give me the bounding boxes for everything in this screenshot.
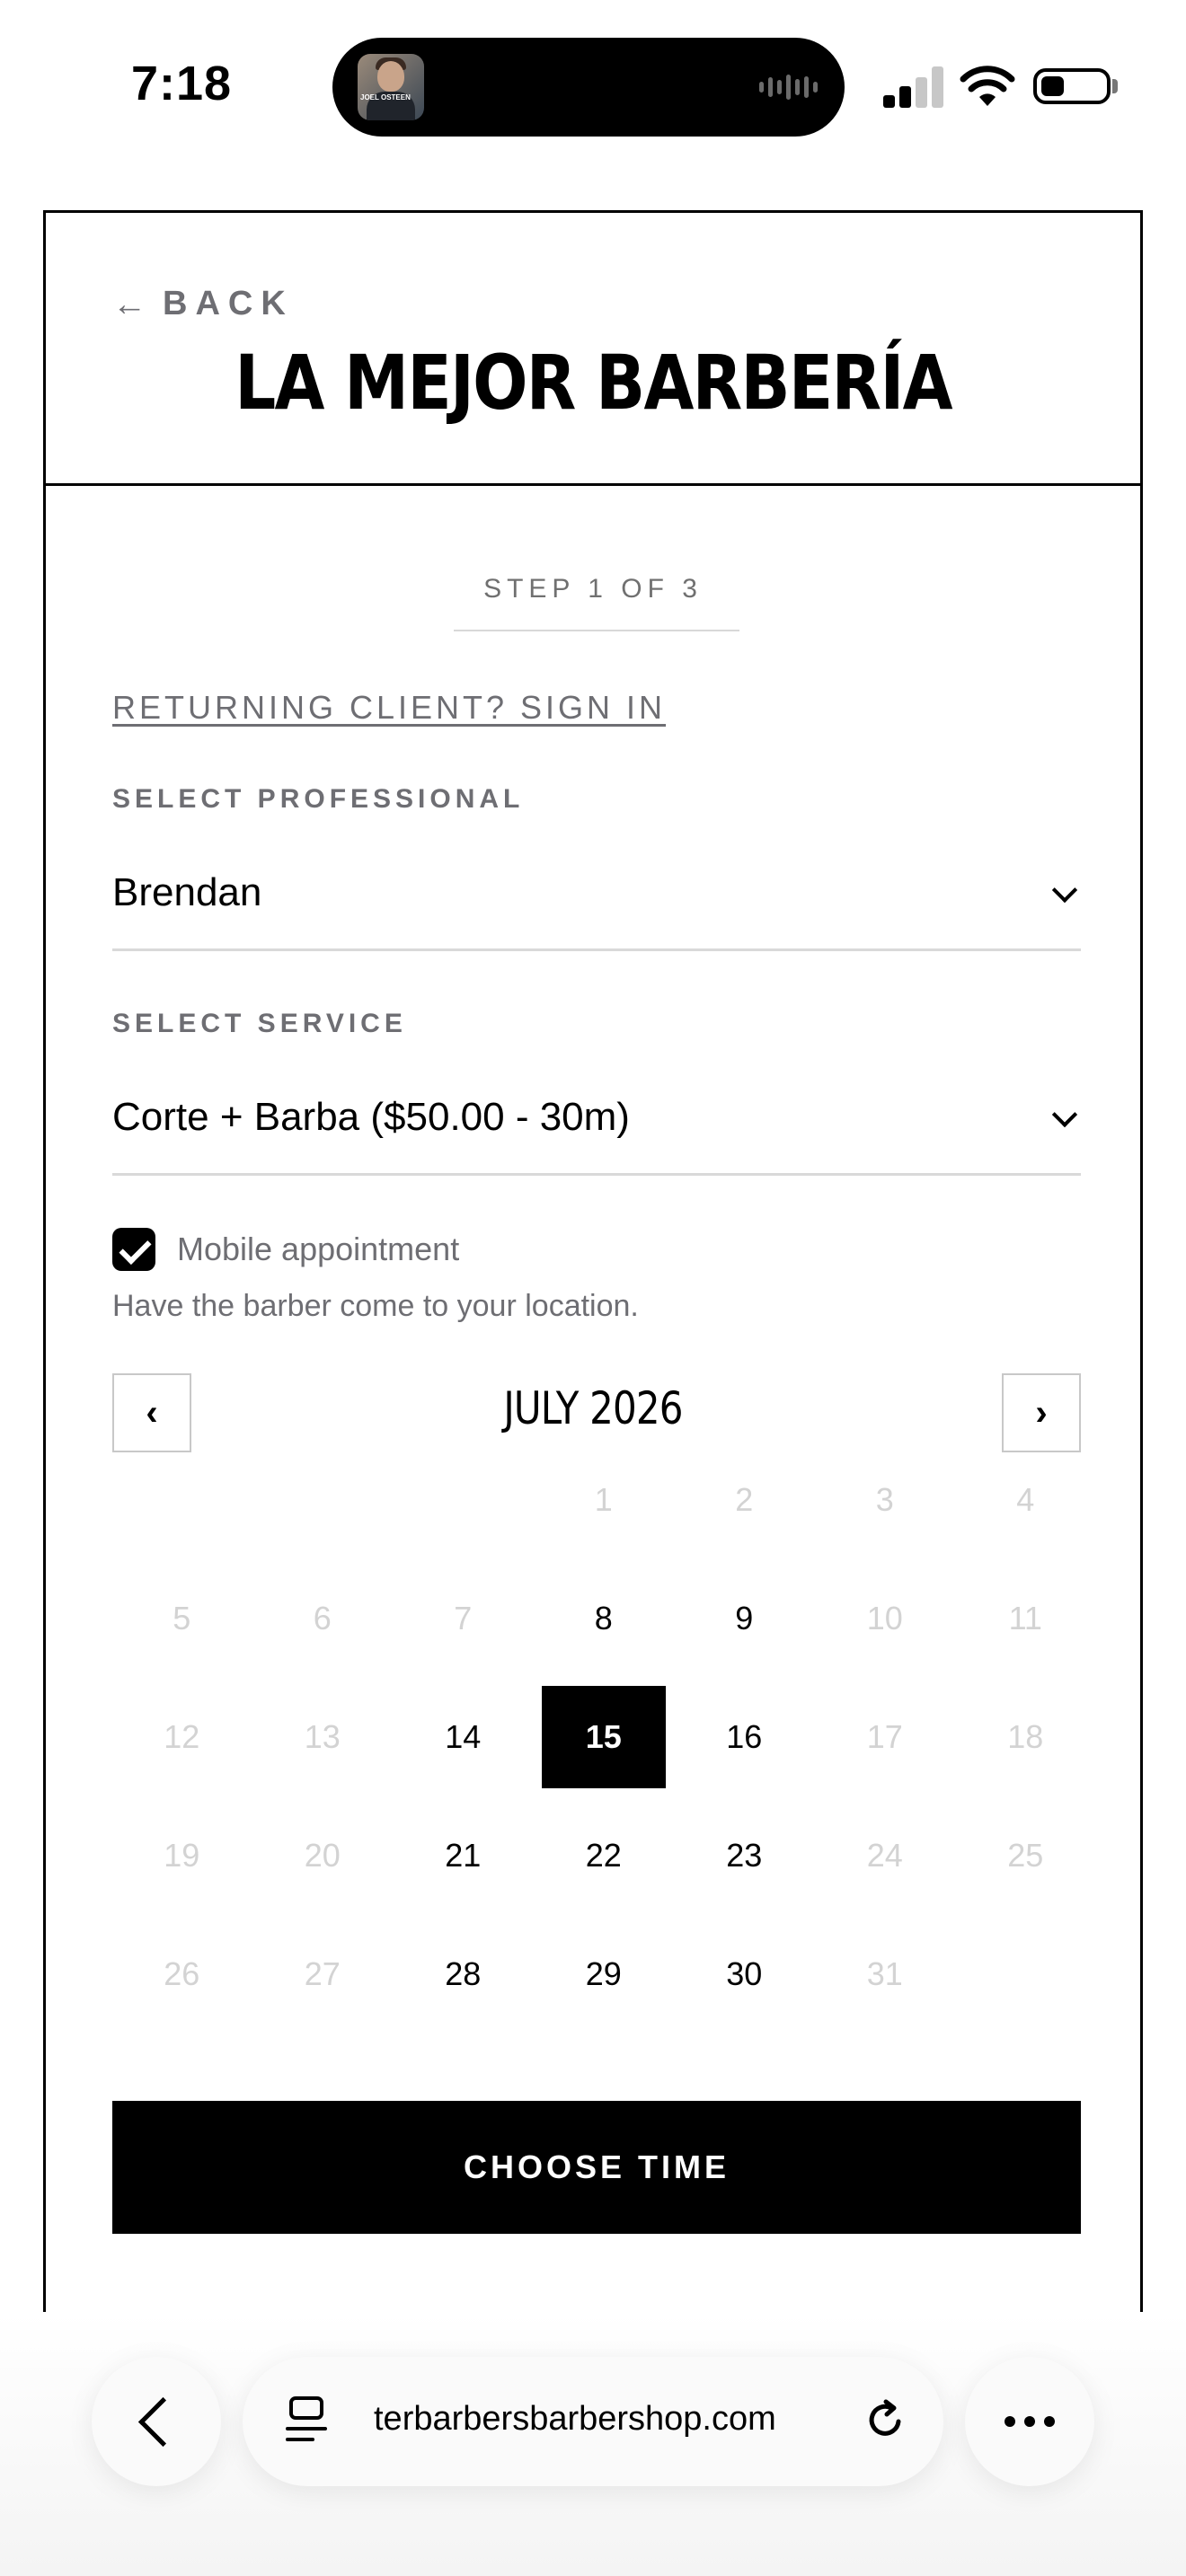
wifi-icon — [960, 66, 1015, 106]
returning-client-signin-link[interactable]: RETURNING CLIENT? SIGN IN — [112, 689, 666, 727]
calendar-day[interactable]: 23 — [682, 1804, 806, 1907]
calendar-day[interactable]: 29 — [542, 1923, 666, 2025]
page: 7:18 JOEL OSTEEN ← BACK LA MEJOR BARBERÍ… — [0, 0, 1186, 2576]
card-header: ← BACK LA MEJOR BARBERÍA — [46, 213, 1140, 486]
podcast-artwork-icon: JOEL OSTEEN — [358, 54, 424, 120]
professional-label: SELECT PROFESSIONAL — [112, 784, 525, 814]
chevron-down-icon — [1051, 1101, 1078, 1128]
calendar-day: 13 — [304, 1718, 341, 1755]
browser-back-button[interactable] — [92, 2357, 221, 2486]
calendar-day: 2 — [735, 1481, 754, 1518]
step-indicator: STEP 1 OF 3 — [483, 574, 703, 604]
dynamic-island[interactable]: JOEL OSTEEN — [332, 38, 845, 137]
checkmark-icon — [119, 1231, 152, 1266]
mobile-appointment-checkbox-row[interactable]: Mobile appointment — [112, 1228, 459, 1271]
calendar-day[interactable]: 30 — [682, 1923, 806, 2025]
booking-card: ← BACK LA MEJOR BARBERÍA STEP 1 OF 3 RET… — [43, 210, 1143, 2312]
calendar-day: 27 — [304, 1955, 341, 1992]
calendar-day: 17 — [866, 1718, 903, 1755]
calendar-day: 6 — [313, 1600, 332, 1636]
calendar-day: 24 — [866, 1837, 903, 1874]
step-underline — [454, 630, 739, 631]
address-bar[interactable]: terbarbersbarbershop.com — [243, 2357, 943, 2486]
calendar-day[interactable]: 16 — [682, 1686, 806, 1788]
calendar-day: 5 — [173, 1600, 191, 1636]
back-label: BACK — [163, 285, 294, 322]
service-select[interactable]: Corte + Barba ($50.00 - 30m) — [112, 1064, 1081, 1176]
calendar-day: 11 — [1008, 1600, 1042, 1636]
calendar-day: 4 — [1016, 1481, 1035, 1518]
calendar-day-selected[interactable]: 15 — [541, 1686, 666, 1788]
calendar-day[interactable]: 14 — [401, 1686, 525, 1788]
calendar-day: 10 — [866, 1600, 903, 1636]
status-bar: 7:18 JOEL OSTEEN — [0, 0, 1186, 153]
calendar-day: 31 — [866, 1955, 903, 1992]
more-dots-icon — [1005, 2416, 1055, 2427]
calendar-day: 1 — [594, 1481, 613, 1518]
artwork-label: JOEL OSTEEN — [360, 93, 411, 101]
calendar-month-label: JULY 2026 — [503, 1382, 683, 1434]
url-text: terbarbersbarbershop.com — [374, 2400, 776, 2438]
audio-wave-icon — [759, 74, 818, 101]
calendar-day: 25 — [1007, 1837, 1044, 1874]
calendar-day: 3 — [875, 1481, 894, 1518]
mobile-appointment-checkbox[interactable] — [112, 1228, 155, 1271]
chevron-left-icon — [137, 2396, 188, 2447]
mobile-appointment-help: Have the barber come to your location. — [112, 1289, 639, 1323]
professional-select[interactable]: Brendan — [112, 840, 1081, 951]
back-button[interactable]: ← BACK — [112, 285, 294, 323]
reload-icon[interactable] — [864, 2398, 907, 2441]
browser-more-button[interactable] — [965, 2357, 1094, 2486]
professional-value: Brendan — [112, 870, 262, 914]
calendar-day: 7 — [454, 1600, 473, 1636]
service-label: SELECT SERVICE — [112, 1009, 407, 1038]
next-month-button[interactable]: › — [1002, 1373, 1081, 1452]
choose-time-button[interactable]: CHOOSE TIME — [112, 2101, 1081, 2234]
calendar-day: 26 — [164, 1955, 200, 1992]
tabs-icon[interactable] — [286, 2396, 327, 2447]
calendar-day: 19 — [164, 1837, 200, 1874]
calendar-day: 12 — [164, 1718, 200, 1755]
arrow-left-icon: ← — [112, 285, 146, 323]
service-value: Corte + Barba ($50.00 - 30m) — [112, 1095, 630, 1139]
calendar-day[interactable]: 21 — [401, 1804, 525, 1907]
page-title: LA MEJOR BARBERÍA — [235, 339, 952, 427]
calendar-day: 20 — [304, 1837, 341, 1874]
calendar-day[interactable]: 28 — [401, 1923, 525, 2025]
mobile-appointment-label: Mobile appointment — [177, 1231, 460, 1267]
battery-icon — [1033, 68, 1111, 104]
calendar-day: 18 — [1007, 1718, 1044, 1755]
chevron-down-icon — [1051, 877, 1078, 904]
status-time: 7:18 — [131, 57, 233, 110]
calendar-day[interactable]: 8 — [542, 1567, 666, 1670]
cellular-signal-icon — [883, 66, 944, 108]
battery-nub — [1112, 79, 1118, 93]
calendar-day[interactable]: 9 — [682, 1567, 806, 1670]
calendar-day[interactable]: 22 — [542, 1804, 666, 1907]
